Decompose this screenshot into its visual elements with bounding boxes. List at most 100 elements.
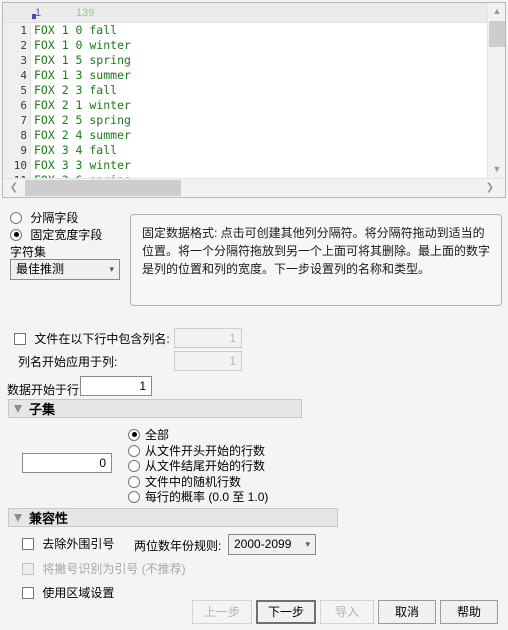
back-button[interactable]: 上一步 bbox=[192, 600, 252, 624]
radio-subset-option-2[interactable]: 从文件结尾开始的行数 bbox=[128, 458, 265, 473]
two-digit-year-label-row: 两位数年份规则: bbox=[134, 538, 221, 553]
checkbox-header-in-line[interactable]: 文件在以下行中包含列名: bbox=[14, 331, 170, 346]
line-number: 5 bbox=[20, 84, 27, 97]
line-number: 8 bbox=[20, 129, 27, 142]
ruler-column-width: 139 bbox=[76, 7, 95, 19]
line-text: FOX 1 0 winter bbox=[34, 38, 131, 52]
radio-subset-indicator[interactable] bbox=[128, 428, 140, 441]
line-text: FOX 2 5 spring bbox=[34, 113, 131, 127]
radio-subset-indicator[interactable] bbox=[128, 475, 140, 488]
preview-line: 4 FOX 1 3 summer bbox=[3, 68, 487, 83]
radio-subset-option-4[interactable]: 每行的概率 (0.0 至 1.0) bbox=[128, 489, 268, 504]
charset-label: 字符集 bbox=[10, 244, 47, 259]
preview-line: 1 FOX 1 0 fall bbox=[3, 23, 487, 38]
line-number: 9 bbox=[20, 144, 27, 157]
help-button[interactable]: 帮助 bbox=[440, 600, 498, 624]
section-header-subset[interactable]: 子集 bbox=[8, 399, 302, 418]
preview-line: 7 FOX 2 5 spring bbox=[3, 113, 487, 128]
line-number: 4 bbox=[20, 69, 27, 82]
checkbox-use-locale-label: 使用区域设置 bbox=[42, 585, 115, 600]
preview-lines: 1 FOX 1 0 fall 2 FOX 1 0 winter 3 FOX 1 5 spr… bbox=[3, 23, 487, 178]
charset-dropdown[interactable]: 最佳推测 ▾ bbox=[10, 259, 120, 280]
radio-subset-indicator[interactable] bbox=[128, 459, 140, 472]
chevron-down-icon: ▾ bbox=[305, 539, 310, 549]
line-number: 6 bbox=[20, 99, 27, 112]
two-digit-year-dropdown[interactable]: 2000-2099 ▾ bbox=[228, 534, 316, 555]
line-text: FOX 3 3 winter bbox=[34, 158, 131, 172]
charset-value: 最佳推测 bbox=[16, 262, 65, 276]
preview-line: 2 FOX 1 0 winter bbox=[3, 38, 487, 53]
subset-count-input[interactable]: 0 bbox=[22, 453, 112, 473]
line-number: 2 bbox=[20, 39, 27, 52]
preview-line: 8 FOX 2 4 summer bbox=[3, 128, 487, 143]
line-text: FOX 1 5 spring bbox=[34, 53, 131, 67]
preview-vertical-scrollbar[interactable]: ▲ ▼ bbox=[487, 3, 505, 178]
dialog-button-bar: 上一步 下一步 导入 取消 帮助 bbox=[0, 600, 508, 626]
cancel-button[interactable]: 取消 bbox=[378, 600, 436, 624]
radio-subset-option-1[interactable]: 从文件开头开始的行数 bbox=[128, 443, 265, 458]
names-start-at-row: 列名开始应用于列: bbox=[18, 354, 117, 369]
vertical-scroll-thumb[interactable] bbox=[489, 21, 505, 47]
line-text: FOX 3 4 fall bbox=[34, 143, 118, 157]
checkbox-apostrophe-label: 将撇号识别为引号 (不推荐) bbox=[42, 561, 186, 576]
column-ruler[interactable]: 1 139 bbox=[3, 3, 487, 23]
text-preview-pane[interactable]: 1 139 1 FOX 1 0 fall 2 FOX 1 0 winter 3 FOX 1… bbox=[2, 2, 506, 198]
checkbox-header-in-line-label: 文件在以下行中包含列名: bbox=[34, 331, 170, 346]
preview-text-body[interactable]: 1 FOX 1 0 fall 2 FOX 1 0 winter 3 FOX 1 5 spr… bbox=[3, 23, 487, 178]
radio-delimited-fields[interactable]: 分隔字段 bbox=[10, 210, 78, 225]
two-digit-year-value: 2000-2099 bbox=[234, 537, 292, 551]
header-line-number-input[interactable]: 1 bbox=[174, 328, 242, 348]
section-header-compatibility[interactable]: 兼容性 bbox=[8, 508, 338, 527]
line-text: FOX 2 3 fall bbox=[34, 83, 118, 97]
checkbox-use-locale-indicator[interactable] bbox=[22, 586, 34, 599]
preview-line: 9 FOX 3 4 fall bbox=[3, 143, 487, 158]
preview-line: 5 FOX 2 3 fall bbox=[3, 83, 487, 98]
radio-fixed-width-indicator[interactable] bbox=[10, 228, 22, 241]
preview-line: 3 FOX 1 5 spring bbox=[3, 53, 487, 68]
checkbox-header-in-line-indicator[interactable] bbox=[14, 332, 26, 345]
checkbox-strip-quotes-label: 去除外围引号 bbox=[42, 536, 115, 551]
radio-subset-option-3[interactable]: 文件中的随机行数 bbox=[128, 474, 241, 489]
format-help-text: 固定数据格式: 点击可创建其他列分隔符。将分隔符拖动到适当的位置。将一个分隔符拖… bbox=[130, 214, 502, 306]
section-title-compatibility: 兼容性 bbox=[29, 511, 69, 526]
line-text: FOX 2 4 summer bbox=[34, 128, 131, 142]
checkbox-apostrophe-indicator bbox=[22, 562, 34, 575]
two-digit-year-label: 两位数年份规则: bbox=[134, 538, 222, 553]
radio-fixed-width-label: 固定宽度字段 bbox=[30, 227, 103, 242]
ruler-gutter bbox=[3, 3, 31, 22]
radio-subset-label: 全部 bbox=[145, 427, 170, 442]
disclosure-triangle-icon[interactable] bbox=[14, 514, 22, 522]
chevron-right-icon[interactable]: ❯ bbox=[481, 179, 499, 197]
data-starts-input[interactable]: 1 bbox=[80, 376, 152, 396]
checkbox-use-locale[interactable]: 使用区域设置 bbox=[22, 585, 114, 600]
preview-horizontal-scrollbar[interactable]: ❮ ❯ bbox=[3, 178, 505, 197]
radio-subset-indicator[interactable] bbox=[128, 490, 140, 503]
line-number: 3 bbox=[20, 54, 27, 67]
horizontal-scroll-thumb[interactable] bbox=[25, 180, 181, 196]
next-button[interactable]: 下一步 bbox=[256, 600, 316, 624]
line-number: 10 bbox=[13, 159, 27, 172]
preview-line: 6 FOX 2 1 winter bbox=[3, 98, 487, 113]
radio-delimited-label: 分隔字段 bbox=[30, 210, 79, 225]
disclosure-triangle-icon[interactable] bbox=[14, 405, 22, 413]
line-text: FOX 2 1 winter bbox=[34, 98, 131, 112]
preview-line: 10 FOX 3 3 winter bbox=[3, 158, 487, 173]
checkbox-strip-quotes[interactable]: 去除外围引号 bbox=[22, 536, 114, 551]
radio-subset-label: 从文件开头开始的行数 bbox=[145, 443, 266, 458]
data-starts-label: 数据开始于行: bbox=[7, 382, 83, 397]
chevron-left-icon[interactable]: ❮ bbox=[5, 179, 23, 197]
radio-fixed-width-fields[interactable]: 固定宽度字段 bbox=[10, 227, 102, 242]
radio-subset-option-0[interactable]: 全部 bbox=[128, 427, 169, 442]
names-start-at-label: 列名开始应用于列: bbox=[18, 354, 118, 369]
chevron-down-icon[interactable]: ▼ bbox=[488, 161, 506, 178]
radio-delimited-indicator[interactable] bbox=[10, 211, 22, 224]
radio-subset-indicator[interactable] bbox=[128, 444, 140, 457]
radio-subset-label: 每行的概率 (0.0 至 1.0) bbox=[145, 489, 269, 504]
names-start-at-input[interactable]: 1 bbox=[174, 351, 242, 371]
line-number: 1 bbox=[20, 24, 27, 37]
radio-subset-label: 文件中的随机行数 bbox=[145, 474, 242, 489]
radio-subset-label: 从文件结尾开始的行数 bbox=[145, 458, 266, 473]
chevron-up-icon[interactable]: ▲ bbox=[488, 3, 506, 20]
import-button[interactable]: 导入 bbox=[320, 600, 374, 624]
checkbox-strip-quotes-indicator[interactable] bbox=[22, 537, 34, 550]
